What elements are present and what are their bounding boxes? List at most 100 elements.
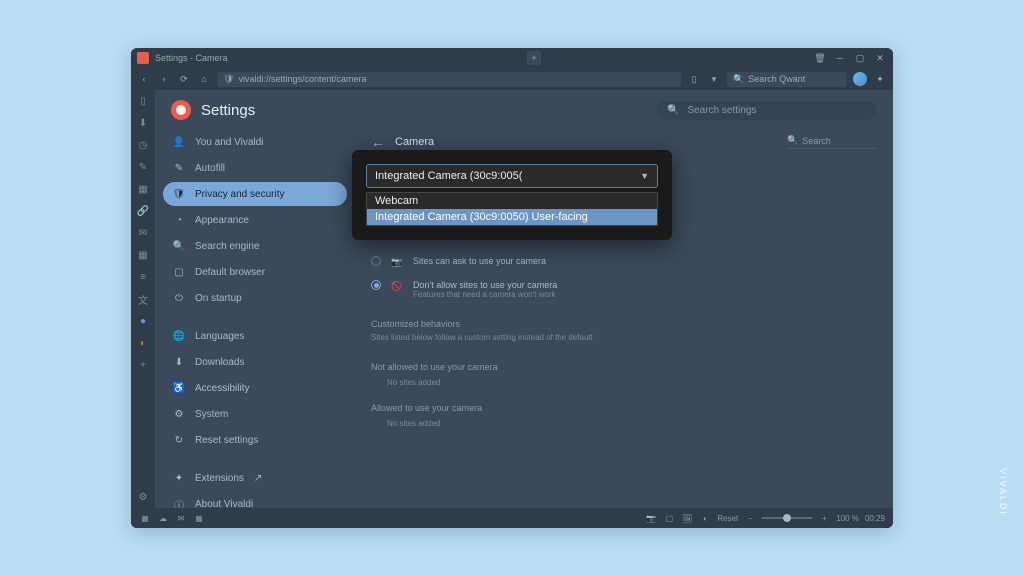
settings-header: Settings 🔍 Search settings: [155, 90, 893, 130]
sidebar-item-label: Languages: [195, 331, 245, 342]
window-title: Settings - Camera: [155, 53, 427, 63]
calendar-panel-icon[interactable]: ▦: [136, 248, 150, 262]
dropdown-option-integrated[interactable]: Integrated Camera (30c9:0050) User-facin…: [367, 209, 657, 225]
capture-icon[interactable]: 📷: [645, 512, 657, 524]
back-arrow-icon[interactable]: ←: [371, 134, 385, 150]
tiling-icon[interactable]: ▢: [663, 512, 675, 524]
addressbar: ‹ › ⟳ ⌂ 🛡 vivaldi://settings/content/cam…: [131, 68, 893, 90]
history-panel-icon[interactable]: ◷: [136, 138, 150, 152]
chat-panel-icon[interactable]: ●: [136, 314, 150, 328]
maximize-button[interactable]: ▢: [853, 51, 867, 65]
sidebar-item-label: Downloads: [195, 357, 244, 368]
sidebar-item-appearance[interactable]: ◔Appearance: [163, 208, 347, 232]
search-placeholder: Search Qwant: [748, 74, 805, 84]
radio-button[interactable]: [371, 280, 381, 290]
section-search-input[interactable]: 🔍 Search: [787, 135, 877, 149]
sidebar-item-search-engine[interactable]: 🔍 Search engine: [163, 234, 347, 258]
calendar-status-icon[interactable]: ▦: [193, 512, 205, 524]
sidebar-item-you-and-vivaldi[interactable]: 👤 You and Vivaldi: [163, 130, 347, 154]
minimize-button[interactable]: ─: [833, 51, 847, 65]
downloads-panel-icon[interactable]: ⬇: [136, 116, 150, 130]
camera-dropdown-overlay: Integrated Camera (30c9:005( ▼ Webcam In…: [352, 150, 672, 240]
search-icon: 🔍: [667, 105, 679, 116]
globe-icon: 🌐: [173, 330, 185, 342]
sidebar-item-label: Search engine: [195, 241, 260, 252]
sidebar-item-default-browser[interactable]: ▢Default browser: [163, 260, 347, 284]
link-panel-icon[interactable]: 🔗: [136, 204, 150, 218]
panel-toggle-icon[interactable]: ▦: [139, 512, 151, 524]
camera-select[interactable]: Integrated Camera (30c9:005( ▼: [366, 164, 658, 188]
sidebar-item-label: About Vivaldi: [195, 499, 253, 509]
sidebar-item-label: Accessibility: [195, 383, 249, 394]
reset-icon: ↻: [173, 434, 185, 446]
customized-behaviors-desc: Sites listed below follow a custom setti…: [371, 333, 877, 342]
sidebar-item-on-startup[interactable]: ⏻ On startup: [163, 286, 347, 310]
bookmark-button[interactable]: ▯: [687, 72, 701, 86]
section-title: Camera: [395, 136, 777, 148]
radio-sites-can-ask[interactable]: 📷 Sites can ask to use your camera: [371, 250, 877, 274]
sidebar-item-extensions[interactable]: ✦Extensions↗: [163, 466, 347, 490]
sidebar-item-label: Default browser: [195, 267, 265, 278]
browser-window: Settings - Camera + 🗑 ─ ▢ ✕ ‹ › ⟳ ⌂ 🛡 vi…: [131, 48, 893, 528]
home-button[interactable]: ⌂: [197, 72, 211, 86]
notes-panel-icon[interactable]: ✎: [136, 160, 150, 174]
dropdown-option-webcam[interactable]: Webcam: [367, 193, 657, 209]
radio-dont-allow[interactable]: 🚫 Don't allow sites to use your camera F…: [371, 274, 877, 305]
chevron-down-icon: ▼: [640, 171, 649, 181]
images-icon[interactable]: 🖼: [681, 512, 693, 524]
page-actions-icon[interactable]: ◐: [699, 512, 711, 524]
translate-panel-icon[interactable]: 文: [136, 292, 150, 306]
zoom-out-icon[interactable]: −: [744, 512, 756, 524]
settings-search-input[interactable]: Search settings: [687, 105, 756, 116]
puzzle-icon: ✦: [173, 472, 185, 484]
statusbar: ▦ ☁ ✉ ▦ 📷 ▢ 🖼 ◐ Reset − + 100 % 00:29: [131, 508, 893, 528]
sidebar-item-label: You and Vivaldi: [195, 137, 263, 148]
reload-button[interactable]: ⟳: [177, 72, 191, 86]
trash-button[interactable]: 🗑: [813, 51, 827, 65]
mail-status-icon[interactable]: ✉: [175, 512, 187, 524]
vivaldi-panel-icon[interactable]: ◐: [136, 336, 150, 350]
sidebar-item-accessibility[interactable]: ♿Accessibility: [163, 376, 347, 400]
back-button[interactable]: ‹: [137, 72, 151, 86]
sidebar-item-about-vivaldi[interactable]: ⓘ About Vivaldi: [163, 492, 347, 508]
forward-button[interactable]: ›: [157, 72, 171, 86]
bookmarks-panel-icon[interactable]: ▯: [136, 94, 150, 108]
url-field[interactable]: 🛡 vivaldi://settings/content/camera: [217, 72, 681, 87]
omnibox-search[interactable]: 🔍 Search Qwant: [727, 72, 847, 87]
not-allowed-label: Not allowed to use your camera: [371, 362, 877, 372]
profile-avatar[interactable]: [853, 72, 867, 86]
shield-icon: 🛡: [173, 188, 185, 200]
settings-panel-icon[interactable]: ⚙: [136, 490, 150, 504]
search-icon: 🔍: [173, 240, 185, 252]
close-button[interactable]: ✕: [873, 51, 887, 65]
power-icon: ⏻: [173, 292, 185, 304]
extensions-icon[interactable]: ✦: [873, 72, 887, 86]
window-panel-icon[interactable]: ▦: [136, 182, 150, 196]
sidebar-item-system[interactable]: ⚙System: [163, 402, 347, 426]
feed-panel-icon[interactable]: ≡: [136, 270, 150, 284]
zoom-reset[interactable]: Reset: [717, 514, 738, 523]
sidebar-item-languages[interactable]: 🌐 Languages: [163, 324, 347, 348]
no-sites-text: No sites added: [371, 372, 877, 393]
page-title: Settings: [201, 102, 255, 119]
person-icon: 👤: [173, 136, 185, 148]
sidebar-item-autofill[interactable]: ✎ Autofill: [163, 156, 347, 180]
radio-button[interactable]: [371, 256, 381, 266]
add-panel-icon[interactable]: +: [136, 358, 150, 372]
mail-panel-icon[interactable]: ✉: [136, 226, 150, 240]
zoom-in-icon[interactable]: +: [818, 512, 830, 524]
sidebar-item-downloads[interactable]: ⬇Downloads: [163, 350, 347, 374]
sidebar-item-label: On startup: [195, 293, 242, 304]
sync-icon[interactable]: ☁: [157, 512, 169, 524]
new-tab-button[interactable]: +: [527, 51, 541, 65]
customized-behaviors-label: Customized behaviors: [371, 319, 877, 329]
external-link-icon: ↗: [254, 473, 264, 483]
zoom-slider[interactable]: [762, 517, 812, 519]
autofill-icon: ✎: [173, 162, 185, 174]
sidebar-item-reset-settings[interactable]: ↻Reset settings: [163, 428, 347, 452]
panel-strip: ▯ ⬇ ◷ ✎ ▦ 🔗 ✉ ▦ ≡ 文 ● ◐ + ⚙: [131, 90, 155, 508]
info-icon: ⓘ: [173, 498, 185, 508]
sidebar-item-privacy-security[interactable]: 🛡Privacy and security: [163, 182, 347, 206]
sidebar-item-label: Autofill: [195, 163, 225, 174]
chevron-down-icon[interactable]: ▾: [707, 72, 721, 86]
